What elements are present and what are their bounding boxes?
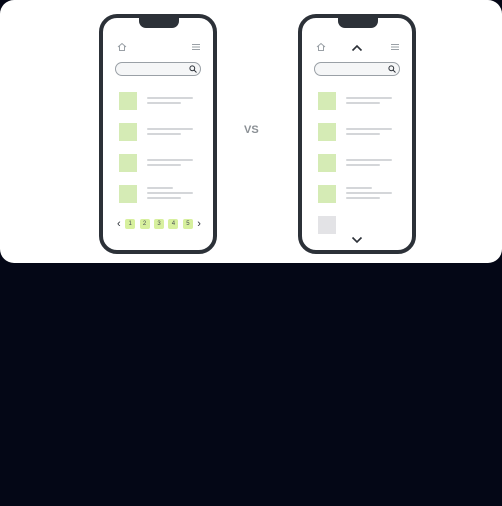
search-input — [115, 62, 201, 76]
phone-notch — [139, 17, 179, 28]
page-number: 4 — [168, 219, 179, 229]
list-item — [119, 185, 203, 203]
list-item-thumbnail — [119, 92, 137, 110]
chevron-up-icon — [351, 44, 363, 52]
list-item-thumbnail — [119, 185, 137, 203]
home-icon — [316, 42, 326, 51]
phone-infinite-scroll-mockup — [298, 14, 416, 254]
menu-icon — [192, 44, 200, 50]
chevron-right-icon: › — [197, 218, 201, 230]
list-item — [318, 92, 402, 110]
vs-label: VS — [244, 124, 259, 136]
page-number: 5 — [182, 219, 193, 229]
search-icon — [388, 65, 396, 73]
chevron-left-icon: ‹ — [117, 218, 121, 230]
list-item-thumbnail — [318, 92, 336, 110]
menu-icon — [391, 44, 399, 50]
phone-pagination-mockup: ‹ 1 2 3 4 5 › — [99, 14, 217, 254]
page-number: 1 — [125, 219, 136, 229]
page-number: 3 — [153, 219, 164, 229]
list-item-thumbnail — [318, 185, 336, 203]
page-number: 2 — [139, 219, 150, 229]
search-input — [314, 62, 400, 76]
list-item-thumbnail — [119, 123, 137, 141]
phone-notch — [338, 17, 378, 28]
list-item — [119, 92, 203, 110]
list-item-thumbnail — [318, 216, 336, 234]
comparison-card: ‹ 1 2 3 4 5 › VS — [0, 0, 502, 263]
list-item-loading — [318, 216, 402, 234]
list-item — [119, 154, 203, 172]
chevron-down-icon — [351, 236, 363, 244]
home-icon — [117, 42, 127, 51]
list-item — [318, 185, 402, 203]
list-item — [318, 154, 402, 172]
list-item-thumbnail — [318, 154, 336, 172]
list-item-thumbnail — [119, 154, 137, 172]
list-item — [318, 123, 402, 141]
pagination: ‹ 1 2 3 4 5 › — [117, 218, 201, 230]
list-item-thumbnail — [318, 123, 336, 141]
search-icon — [189, 65, 197, 73]
list-item — [119, 123, 203, 141]
